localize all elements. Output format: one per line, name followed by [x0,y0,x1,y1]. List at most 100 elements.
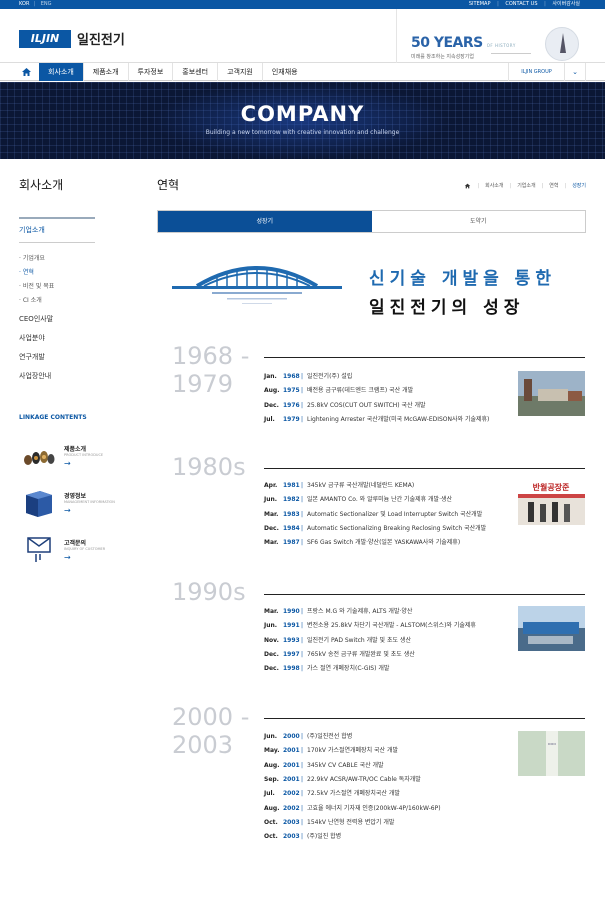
event-year: 2003 [283,833,300,841]
event-text: (주)일진 합병 [307,833,342,841]
event-text: Lightening Arrester 국산개발(미국 McGAW-EDISON… [307,415,490,423]
event-text: 고효율 에너지 기자재 인증(200kW-4P/160kW-6P) [307,804,441,812]
era-label: 1990s [172,578,246,606]
history-event: Mar. 1987| SF6 Gas Switch 개발·양산(일본 YASKAWA… [264,537,460,546]
history-event: Dec. 1997| 765kV 송전 금구류 개발완료 및 초도 생산 [264,649,415,658]
event-text: 변전소용 25.8kV 차단기 국산개발 - ALSTOM(스위스)와 기술제휴 [307,622,476,630]
history-event: Oct. 2003| 154kV 난연형 전력용 변압기 개발 [264,817,394,826]
svg-text:▫▫▫: ▫▫▫ [548,741,556,746]
event-year: 1979 [283,415,300,423]
event-text: 22.9kV ACSR/AW-TR/OC Cable 독자개발 [307,775,421,783]
era-photo [518,606,585,651]
era-photo: 반월공장준 [518,480,585,525]
event-month: Nov. [264,636,279,644]
event-text: 일본 AMANTO Co. 와 알루미늄 난간 기술제휴 개발·생산 [307,496,453,504]
era-label-line: 1968 - [172,342,250,370]
event-text: 345kV CV CABLE 국산 개발 [307,761,384,769]
event-text: Automatic Sectionalizer 및 Load Interrupt… [307,510,483,518]
history-event: Mar. 1983| Automatic Sectionalizer 및 Load … [264,509,482,518]
history-event: Dec. 1984| Automatic Sectionalizing Breaki… [264,523,486,532]
history-event: Jan. 1968| 일진전기(주) 설립 [264,371,352,380]
event-separator: | [300,482,304,489]
event-text: 가스 절연 개폐장치(C-GIS) 개발 [307,665,390,673]
event-text: 배전용 금구류(데드엔드 크램프) 국산 개발 [307,387,414,395]
event-separator: | [300,761,304,769]
event-text: 765kV 송전 금구류 개발완료 및 초도 생산 [307,650,415,658]
event-separator: | [300,524,304,532]
event-month: Mar. [264,510,279,518]
era-label-line: 1990s [172,578,246,606]
event-separator: | [300,804,304,812]
event-text: 일진전기(주) 설립 [307,373,353,380]
event-text: 72.5kV 가스절연 개폐장치국산 개발 [307,790,400,798]
event-year: 2001 [283,761,300,769]
event-month: Jun. [264,496,278,504]
event-month: May. [264,747,280,755]
event-separator: | [300,650,304,658]
event-month: Mar. [264,608,279,615]
history-event: Jun. 2000| (주)일진전선 합병 [264,731,352,740]
event-month: Oct. [264,833,278,841]
history-event: Apr. 1981| 345kV 금구류 국산개발(네덜란드 KEMA) [264,480,414,489]
event-text: 345kV 금구류 국산개발(네덜란드 KEMA) [307,482,415,489]
event-month: Jul. [264,790,275,798]
event-year: 1990 [283,608,300,615]
event-year: 1968 [283,373,300,380]
event-separator: | [300,401,304,409]
era-label-line: 1980s [172,453,246,481]
event-year: 1975 [283,387,300,395]
event-month: Apr. [264,482,278,489]
era-label: 1980s [172,453,246,481]
event-text: 154kV 난연형 전력용 변압기 개발 [307,818,395,826]
event-text: (주)일진전선 합병 [307,733,353,740]
svg-text:반월공장준: 반월공장준 [533,482,570,492]
event-month: Jun. [264,622,278,630]
event-month: Aug. [264,761,280,769]
history-event: Aug. 1975| 배전용 금구류(데드엔드 크램프) 국산 개발 [264,385,413,394]
era-label-line: 2000 - [172,703,250,731]
history-event: Dec. 1998| 가스 절연 개폐장치(C-GIS) 개발 [264,663,389,672]
event-year: 1997 [283,650,300,658]
event-month: Aug. [264,804,280,812]
event-month: Jul. [264,415,275,423]
event-separator: | [300,818,304,826]
event-year: 1976 [283,401,300,409]
era-label: 1968 -1979 [172,342,249,398]
event-month: Dec. [264,650,279,658]
event-text: 25.8kV COS(CUT OUT SWITCH) 국산 개발 [307,401,426,409]
event-text: Automatic Sectionalizing Breaking Reclos… [307,524,487,532]
era-divider [264,468,585,469]
event-separator: | [300,415,304,423]
event-month: Dec. [264,524,279,532]
history-event: Nov. 1993| 일진전기 PAD Switch 개발 및 초도 생산 [264,635,411,644]
event-separator: | [300,373,304,380]
event-separator: | [300,733,304,740]
history-event: Sep. 2001| 22.9kV ACSR/AW-TR/OC Cable 독자개발 [264,774,421,783]
event-separator: | [300,539,304,547]
era-label-line: 1979 [172,370,234,398]
era-divider [264,718,585,719]
history-event: Mar. 1990| 프랑스 M.G 와 기술제휴, ALTS 개발·양산 [264,606,412,615]
event-text: 프랑스 M.G 와 기술제휴, ALTS 개발·양산 [307,608,413,615]
era-photo: ▫▫▫ [518,731,585,776]
history-event: Jun. 1982| 일본 AMANTO Co. 와 알루미늄 난간 기술제휴 개발… [264,494,452,503]
event-month: Mar. [264,539,279,547]
event-year: 1987 [283,539,300,547]
event-separator: | [300,496,304,504]
event-separator: | [300,790,304,798]
event-year: 1984 [283,524,300,532]
history-timeline: 1968 -1979 Jan. 1968| 일진전기(주) 설립 Aug. 1975| 배전… [0,0,605,921]
era-divider [264,594,585,595]
event-month: Jun. [264,733,278,740]
event-year: 2002 [283,790,300,798]
history-event: Jul. 1979| Lightening Arrester 국산개발(미국 McG… [264,414,489,423]
event-year: 2003 [283,818,300,826]
era-divider [264,357,585,358]
era-photo [518,371,585,416]
history-event: Dec. 1976| 25.8kV COS(CUT OUT SWITCH) 국산 개… [264,400,426,409]
event-separator: | [300,387,304,395]
event-year: 1991 [283,622,300,630]
event-month: Aug. [264,387,280,395]
event-separator: | [300,510,304,518]
event-text: 일진전기 PAD Switch 개발 및 초도 생산 [307,636,411,644]
